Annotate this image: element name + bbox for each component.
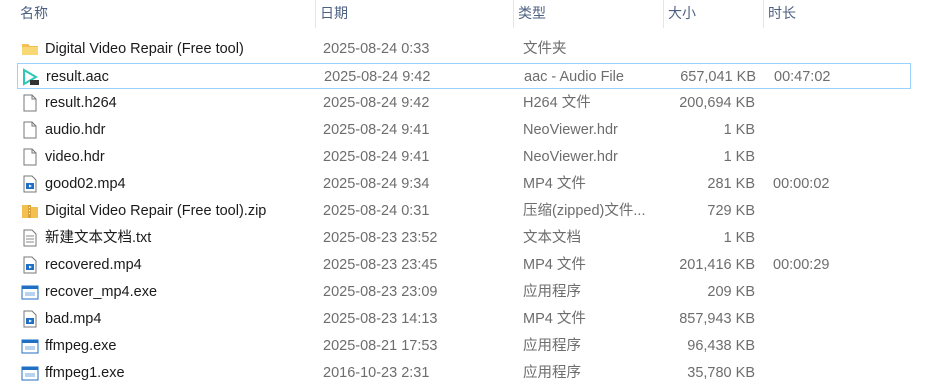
file-row[interactable]: audio.hdr 2025-08-24 9:41 NeoViewer.hdr 1 K… [17, 117, 911, 143]
file-date: 2016-10-23 2:31 [323, 365, 430, 381]
application-icon [21, 337, 39, 355]
file-row[interactable]: recover_mp4.exe 2025-08-23 23:09 应用程序 209 K… [17, 279, 911, 305]
application-icon [21, 364, 39, 382]
file-row[interactable]: recovered.mp4 2025-08-23 23:45 MP4 文件 201,4… [17, 252, 911, 278]
file-type: 文件夹 [523, 41, 567, 57]
file-type: MP4 文件 [523, 176, 586, 192]
column-header-duration[interactable]: 时长 [764, 0, 914, 28]
file-duration [773, 333, 893, 359]
text-file-icon [21, 229, 39, 247]
file-name: audio.hdr [45, 122, 106, 138]
file-size: 209 KB [707, 284, 755, 300]
video-file-icon [21, 310, 39, 328]
column-header-name[interactable]: 名称 [16, 0, 316, 28]
file-type: 应用程序 [523, 338, 581, 354]
file-date: 2025-08-24 0:33 [323, 41, 430, 57]
file-date: 2025-08-23 23:52 [323, 230, 438, 246]
file-type: MP4 文件 [523, 311, 586, 327]
file-row[interactable]: result.h264 2025-08-24 9:42 H264 文件 200,694… [17, 90, 911, 116]
video-file-icon [21, 175, 39, 193]
file-date: 2025-08-21 17:53 [323, 338, 438, 354]
file-size [663, 36, 755, 62]
file-row[interactable]: good02.mp4 2025-08-24 9:34 MP4 文件 281 KB 00:… [17, 171, 911, 197]
file-name: recovered.mp4 [45, 257, 142, 273]
file-date: 2025-08-24 9:41 [323, 122, 430, 138]
file-row[interactable]: Digital Video Repair (Free tool) 2025-08-… [17, 36, 911, 62]
file-row[interactable]: ffmpeg.exe 2025-08-21 17:53 应用程序 96,438 KB [17, 333, 911, 359]
file-name: ffmpeg.exe [45, 338, 117, 354]
file-row[interactable]: result.aac 2025-08-24 9:42 aac - Audio Fil… [17, 63, 911, 89]
file-duration [773, 90, 893, 116]
file-size: 96,438 KB [687, 338, 755, 354]
video-file-icon [21, 256, 39, 274]
file-name: recover_mp4.exe [45, 284, 158, 300]
column-header-date[interactable]: 日期 [316, 0, 514, 28]
file-row[interactable]: 新建文本文档.txt 2025-08-23 23:52 文本文档 1 KB [17, 225, 911, 251]
file-date: 2025-08-24 9:41 [323, 149, 430, 165]
file-size: 200,694 KB [679, 95, 755, 111]
folder-icon [21, 40, 39, 58]
column-header: 名称 日期 类型 大小 时长 [0, 0, 930, 28]
file-duration [773, 36, 893, 62]
file-size: 1 KB [723, 230, 755, 246]
file-type: H264 文件 [523, 95, 591, 111]
file-size: 35,780 KB [687, 365, 755, 381]
document-icon [21, 121, 39, 139]
file-name: ffmpeg1.exe [45, 365, 125, 381]
file-size: 657,041 KB [680, 69, 756, 85]
file-name: result.aac [46, 69, 109, 85]
file-type: 文本文档 [523, 230, 581, 246]
file-type: NeoViewer.hdr [523, 122, 618, 138]
file-type: 应用程序 [523, 365, 581, 381]
file-duration [773, 144, 893, 170]
file-name: Digital Video Repair (Free tool) [45, 41, 244, 57]
file-duration: 00:47:02 [774, 69, 831, 85]
file-name: bad.mp4 [45, 311, 102, 327]
file-duration [773, 360, 893, 386]
file-size: 201,416 KB [679, 257, 755, 273]
zip-folder-icon [21, 202, 39, 220]
file-duration [773, 306, 893, 332]
file-date: 2025-08-23 14:13 [323, 311, 438, 327]
file-size: 857,943 KB [679, 311, 755, 327]
file-name: Digital Video Repair (Free tool).zip [45, 203, 267, 219]
document-icon [21, 148, 39, 166]
file-type: aac - Audio File [524, 69, 624, 85]
file-date: 2025-08-24 9:42 [323, 95, 430, 111]
file-type: NeoViewer.hdr [523, 149, 618, 165]
audio-file-icon [22, 68, 40, 86]
file-date: 2025-08-23 23:09 [323, 284, 438, 300]
file-duration [773, 225, 893, 251]
document-icon [21, 94, 39, 112]
file-date: 2025-08-24 9:34 [323, 176, 430, 192]
file-duration: 00:00:29 [773, 257, 830, 273]
file-type: 压缩(zipped)文件... [523, 203, 646, 219]
file-date: 2025-08-23 23:45 [323, 257, 438, 273]
file-row[interactable]: video.hdr 2025-08-24 9:41 NeoViewer.hdr 1 K… [17, 144, 911, 170]
column-header-size[interactable]: 大小 [664, 0, 764, 28]
application-icon [21, 283, 39, 301]
file-duration [773, 117, 893, 143]
file-size: 1 KB [723, 149, 755, 165]
file-row[interactable]: ffmpeg1.exe 2016-10-23 2:31 应用程序 35,780 KB [17, 360, 911, 386]
file-duration [773, 198, 893, 224]
file-type: MP4 文件 [523, 257, 586, 273]
file-name: 新建文本文档.txt [45, 230, 152, 246]
file-date: 2025-08-24 9:42 [324, 69, 431, 85]
file-name: good02.mp4 [45, 176, 126, 192]
file-type: 应用程序 [523, 284, 581, 300]
file-duration [773, 279, 893, 305]
file-duration: 00:00:02 [773, 176, 830, 192]
file-size: 1 KB [723, 122, 755, 138]
column-header-type[interactable]: 类型 [514, 0, 664, 28]
file-name: video.hdr [45, 149, 105, 165]
file-size: 281 KB [707, 176, 755, 192]
file-name: result.h264 [45, 95, 117, 111]
file-date: 2025-08-24 0:31 [323, 203, 430, 219]
file-size: 729 KB [707, 203, 755, 219]
file-row[interactable]: bad.mp4 2025-08-23 14:13 MP4 文件 857,943 KB [17, 306, 911, 332]
file-row[interactable]: Digital Video Repair (Free tool).zip 2025… [17, 198, 911, 224]
